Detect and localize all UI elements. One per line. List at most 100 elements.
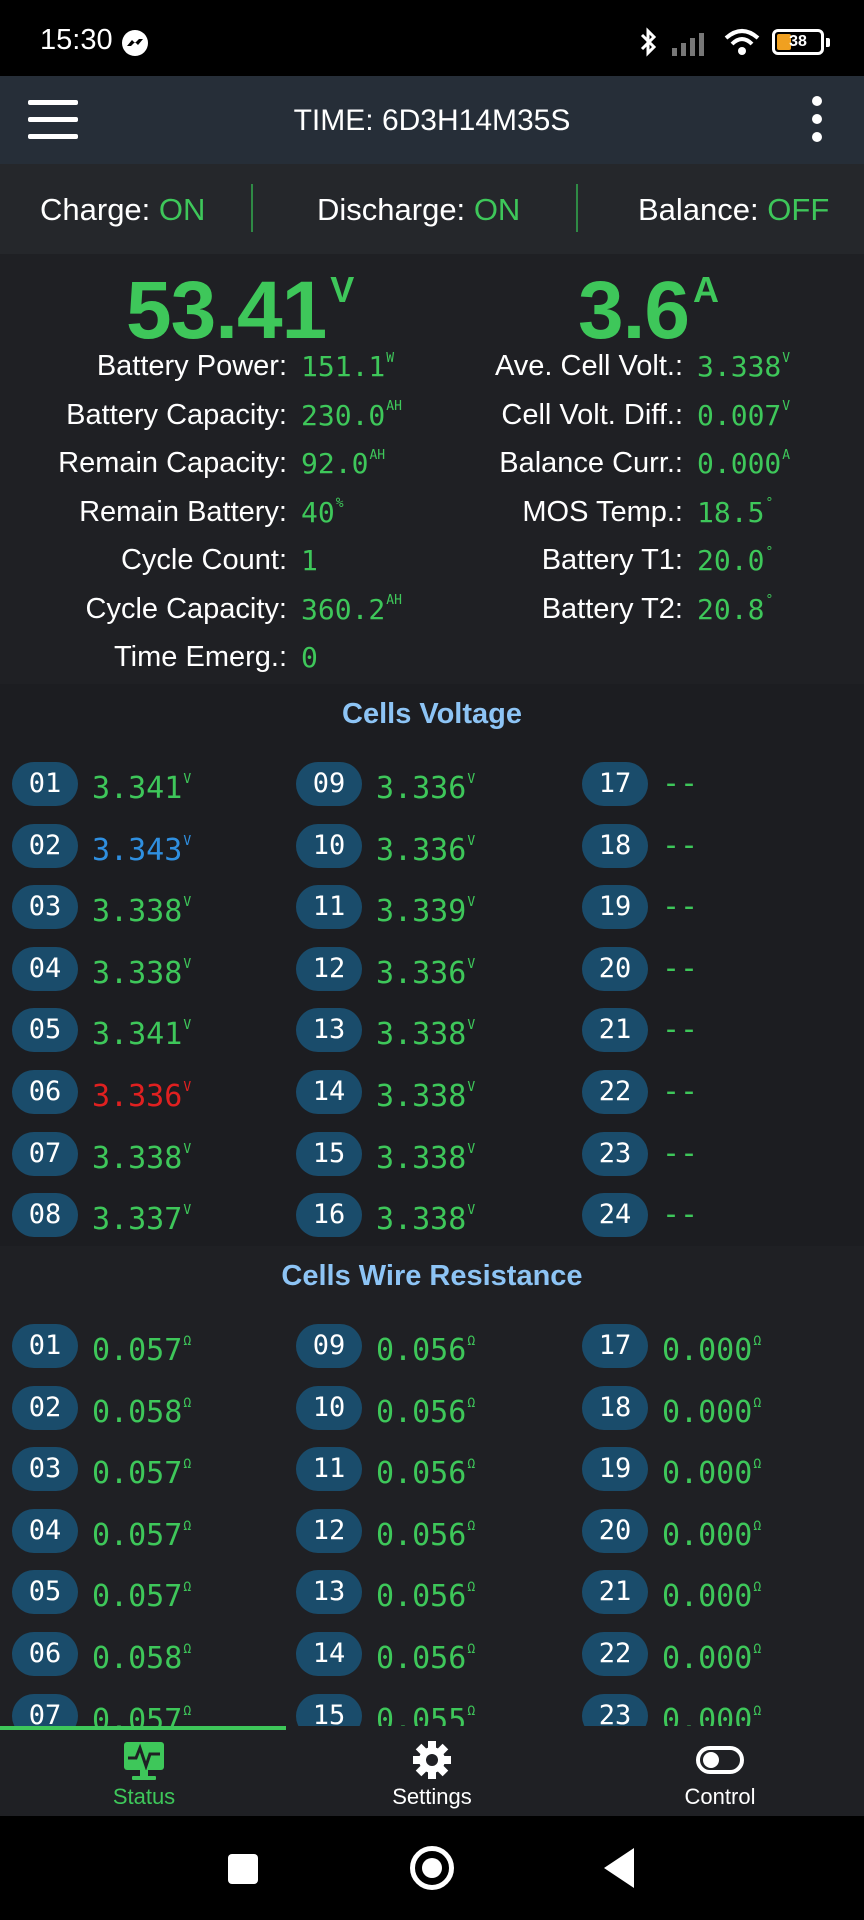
- cell-item: 17 --: [582, 762, 852, 810]
- cell-number-badge: 24: [582, 1193, 648, 1238]
- cell-item: 19 0.000Ω: [582, 1447, 852, 1495]
- cell-value-unit: Ω: [183, 1457, 192, 1473]
- cell-item: 15 0.055Ω: [296, 1693, 566, 1726]
- cell-value-number: --: [662, 889, 699, 925]
- cell-value: 0.056Ω: [376, 1634, 475, 1679]
- stat-row: Cell Volt. Diff.: 0.007V: [0, 399, 864, 439]
- messenger-icon: [122, 30, 148, 56]
- tab-settings[interactable]: Settings: [288, 1726, 576, 1816]
- cell-number-badge: 22: [582, 1070, 648, 1114]
- status-icons: 38: [638, 24, 830, 60]
- more-options-icon[interactable]: [810, 96, 824, 146]
- cell-value: 0.000Ω: [662, 1326, 761, 1371]
- cell-value-unit: V: [467, 1080, 476, 1095]
- cell-value-unit: Ω: [183, 1703, 192, 1719]
- cell-number-badge: 12: [296, 946, 362, 991]
- cell-item: 21 0.000Ω: [582, 1570, 852, 1618]
- cell-value-unit: Ω: [467, 1395, 476, 1411]
- cell-item: 21 --: [582, 1008, 852, 1056]
- stat-value: 0: [301, 641, 319, 674]
- total-current-value: 3.6: [578, 265, 690, 356]
- charge-status: Charge: ON: [40, 192, 205, 228]
- stat-value: 20.8°: [697, 593, 773, 626]
- stat-label: Battery T2:: [541, 592, 683, 625]
- stat-label: Ave. Cell Volt.:: [494, 350, 683, 382]
- cell-number-badge: 08: [12, 1193, 78, 1238]
- cell-value: --: [662, 887, 698, 927]
- cell-value-number: --: [662, 950, 699, 986]
- cell-value: 0.055Ω: [376, 1696, 475, 1726]
- cell-value: 0.057Ω: [92, 1572, 191, 1617]
- cell-value-unit: Ω: [467, 1703, 476, 1719]
- stat-value: 0.000A: [697, 447, 790, 480]
- cell-value: 3.338V: [376, 1072, 475, 1117]
- cell-value: 0.057Ω: [92, 1696, 191, 1726]
- cell-value-number: 3.341: [92, 771, 183, 806]
- divider: [576, 184, 578, 232]
- cell-value: 3.341V: [92, 1010, 191, 1055]
- cell-number-badge: 13: [296, 1008, 362, 1053]
- cell-value: --: [662, 949, 698, 989]
- cell-value-unit: Ω: [753, 1642, 762, 1657]
- cell-number-badge: 01: [12, 1324, 78, 1368]
- cell-value: 0.056Ω: [376, 1511, 475, 1556]
- recents-icon[interactable]: [228, 1854, 258, 1884]
- discharge-status: Discharge: ON: [317, 192, 520, 228]
- home-icon[interactable]: [410, 1846, 454, 1890]
- cell-value-unit: V: [183, 1203, 192, 1219]
- cell-value: 3.338V: [376, 1195, 475, 1240]
- signal-icon: [672, 33, 704, 56]
- cell-value: 0.000Ω: [662, 1696, 761, 1726]
- total-voltage-value: 53.41: [126, 265, 327, 356]
- cell-value: 0.056Ω: [376, 1326, 475, 1371]
- cell-item: 04 0.057Ω: [12, 1508, 282, 1557]
- cell-value-number: 0.000: [662, 1641, 753, 1676]
- cell-number-badge: 14: [296, 1070, 362, 1114]
- discharge-value: ON: [473, 192, 521, 227]
- cell-value-number: 3.341: [92, 1017, 183, 1053]
- balance-status: Balance: OFF: [638, 192, 829, 228]
- total-voltage: 53.41 V: [126, 264, 354, 358]
- cell-value-number: 3.336: [376, 832, 467, 868]
- cell-item: 01 0.057Ω: [12, 1324, 282, 1372]
- cell-value-unit: V: [183, 833, 192, 849]
- stat-label: Time Emerg.:: [114, 641, 287, 673]
- stat-value-unit: °: [765, 593, 774, 609]
- stat-value-unit: V: [782, 399, 791, 415]
- back-icon[interactable]: [604, 1848, 634, 1888]
- cell-number-badge: 20: [582, 946, 648, 991]
- stat-row: Ave. Cell Volt.: 3.338V: [0, 350, 864, 390]
- cell-item: 10 3.336V: [296, 823, 566, 872]
- cell-number-badge: 07: [12, 1131, 78, 1176]
- cell-value: 3.336V: [376, 764, 475, 809]
- tab-control[interactable]: Control: [576, 1726, 864, 1816]
- cell-number-badge: 22: [582, 1632, 648, 1676]
- cell-value: 3.336V: [92, 1072, 191, 1117]
- switch-status-row: Charge: ON Discharge: ON Balance: OFF: [0, 164, 864, 254]
- tab-status[interactable]: Status: [0, 1726, 288, 1816]
- cell-number-badge: 23: [582, 1131, 648, 1176]
- cell-value-unit: V: [467, 956, 476, 972]
- cell-value: 3.336V: [376, 826, 475, 871]
- balance-label: Balance:: [638, 192, 759, 227]
- cell-value-unit: V: [183, 772, 192, 787]
- cell-value: 0.000Ω: [662, 1634, 761, 1679]
- cell-value: 0.000Ω: [662, 1449, 761, 1494]
- cell-value-number: 0.056: [376, 1517, 467, 1553]
- bluetooth-icon: [640, 27, 657, 57]
- cell-number-badge: 07: [12, 1693, 78, 1726]
- cell-value: 0.000Ω: [662, 1511, 761, 1556]
- battery-icon: 38: [772, 29, 830, 55]
- cell-item: 03 0.057Ω: [12, 1447, 282, 1495]
- cell-value-unit: V: [467, 772, 476, 787]
- cell-value-number: 3.336: [92, 1079, 183, 1114]
- cell-value-number: 3.339: [376, 894, 467, 930]
- stat-value-number: 0: [301, 641, 318, 674]
- cell-value-number: 3.338: [92, 1140, 183, 1176]
- cell-item: 06 3.336V: [12, 1070, 282, 1118]
- cell-item: 14 3.338V: [296, 1070, 566, 1118]
- cell-value: 3.339V: [376, 887, 475, 932]
- cell-value: 0.057Ω: [92, 1326, 191, 1371]
- cell-value-number: 0.056: [376, 1579, 467, 1615]
- tab-settings-label: Settings: [392, 1784, 472, 1809]
